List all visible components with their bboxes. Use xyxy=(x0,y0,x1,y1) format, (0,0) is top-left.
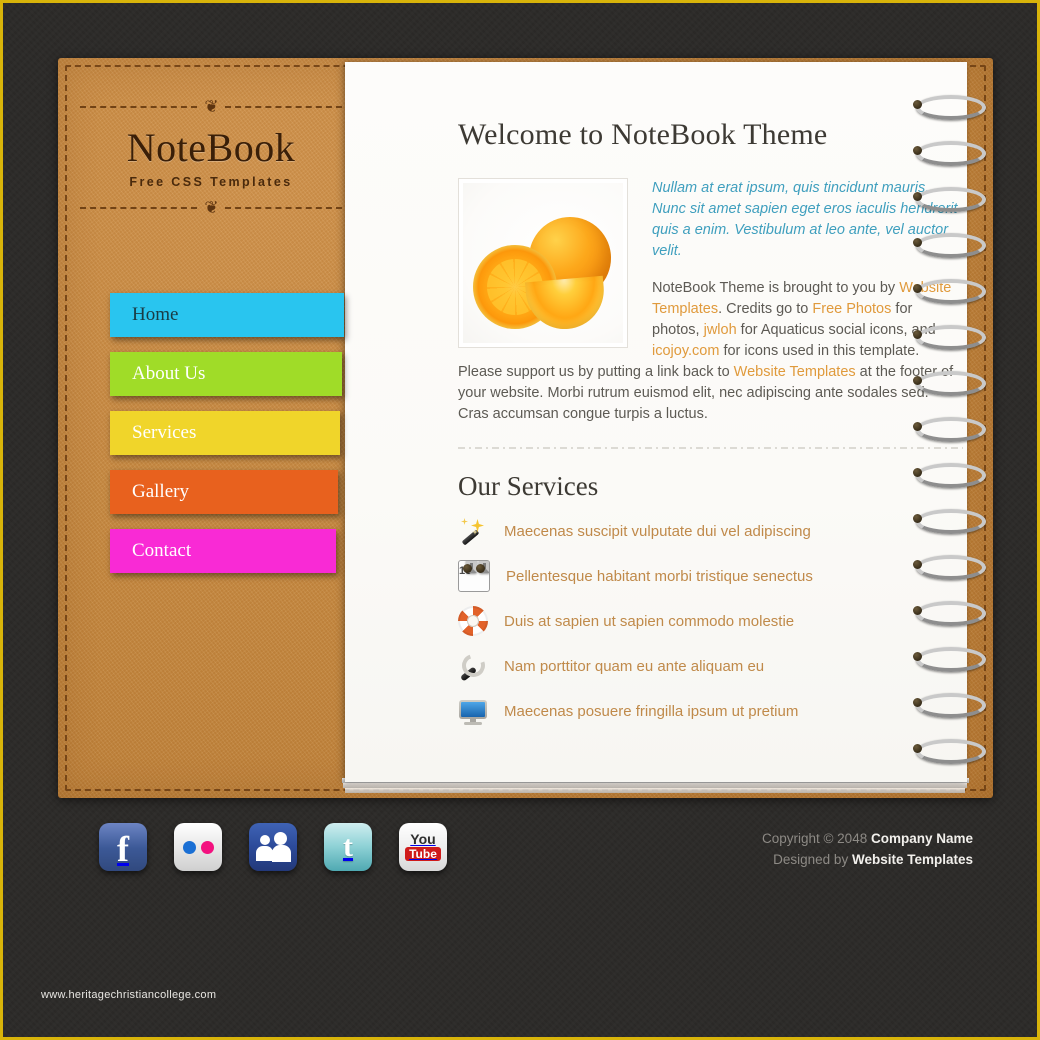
youtube-you: You xyxy=(410,831,436,847)
youtube-tube: Tube xyxy=(405,847,441,861)
service-label: Maecenas suscipit vulputate dui vel adip… xyxy=(504,522,811,540)
watermark: www.heritagechristiancollege.com xyxy=(41,989,217,1001)
designed-prefix: Designed by xyxy=(773,852,852,867)
body-part-1: NoteBook Theme is brought to you by xyxy=(652,280,900,296)
copyright-prefix: Copyright © 2048 xyxy=(761,831,871,846)
body-part-2: . Credits go to xyxy=(718,301,813,317)
calendar-icon: 13 xyxy=(458,560,490,592)
list-item[interactable]: Maecenas posuere fringilla ipsum ut pret… xyxy=(458,692,963,730)
nav-item-about-us[interactable]: About Us xyxy=(110,352,342,396)
facebook-glyph: f xyxy=(117,829,129,869)
nav-label: Services xyxy=(132,422,197,443)
wrench-icon xyxy=(458,650,489,682)
company-name: Company Name xyxy=(870,831,973,846)
flourish-icon: ❦ xyxy=(204,197,218,218)
facebook-icon[interactable]: f xyxy=(99,823,147,871)
designer-name: Website Templates xyxy=(851,852,973,867)
list-item[interactable]: Nam porttitor quam eu ante aliquam eu xyxy=(458,647,963,685)
service-label: Duis at sapien ut sapien commodo molesti… xyxy=(504,612,795,630)
nav-item-gallery[interactable]: Gallery xyxy=(110,470,338,514)
services-list: Maecenas suscipit vulputate dui vel adip… xyxy=(458,512,963,730)
nav-label: About Us xyxy=(132,363,206,384)
copyright-line: Copyright © 2048 Company Name xyxy=(762,828,973,849)
ornament-bottom: ❦ xyxy=(80,197,342,219)
logo[interactable]: ❦ NoteBook Free CSS Templates ❦ xyxy=(80,96,342,219)
spiral-binding xyxy=(898,63,1013,793)
myspace-icon[interactable] xyxy=(249,823,297,871)
link-free-photos[interactable]: Free Photos xyxy=(812,301,891,317)
service-label: Maecenas posuere fringilla ipsum ut pret… xyxy=(504,702,799,720)
service-label: Pellentesque habitant morbi tristique se… xyxy=(506,567,813,585)
flickr-icon[interactable] xyxy=(174,823,222,871)
intro-row: Nullam at erat ipsum, quis tincidunt mau… xyxy=(458,178,963,425)
page-frame: Welcome to NoteBook Theme Nullam at erat… xyxy=(0,0,1040,1040)
social-links: f t You Tube xyxy=(99,823,447,871)
brand-name: NoteBook xyxy=(126,125,296,170)
twitter-icon[interactable]: t xyxy=(324,823,372,871)
brand-tagline: Free CSS Templates xyxy=(129,175,293,189)
nav-item-services[interactable]: Services xyxy=(110,411,340,455)
copyright: Copyright © 2048 Company Name Designed b… xyxy=(762,828,973,870)
main-navigation: Home About Us Services Gallery Contact xyxy=(110,293,410,588)
link-jwloh[interactable]: jwloh xyxy=(704,322,737,338)
twitter-glyph: t xyxy=(343,830,353,863)
footer: f t You Tube Copyright © 2048 Company Na… xyxy=(3,808,1037,903)
nav-label: Home xyxy=(132,304,179,325)
link-website-templates-2[interactable]: Website Templates xyxy=(734,364,856,380)
youtube-icon[interactable]: You Tube xyxy=(399,823,447,871)
nav-item-contact[interactable]: Contact xyxy=(110,529,336,573)
monitor-icon xyxy=(458,696,488,726)
magic-wand-icon xyxy=(458,516,488,546)
paper-page: Welcome to NoteBook Theme Nullam at erat… xyxy=(345,62,967,782)
designed-by-line: Designed by Website Templates xyxy=(762,849,973,870)
list-item[interactable]: 13 Pellentesque habitant morbi tristique… xyxy=(458,557,963,595)
nav-label: Gallery xyxy=(132,481,189,502)
list-item[interactable]: Duis at sapien ut sapien commodo molesti… xyxy=(458,602,963,640)
flourish-icon: ❦ xyxy=(204,96,218,117)
section-divider xyxy=(458,447,963,449)
oranges-photo xyxy=(458,178,628,348)
service-label: Nam porttitor quam eu ante aliquam eu xyxy=(504,657,765,675)
notebook: Welcome to NoteBook Theme Nullam at erat… xyxy=(58,58,993,798)
lifebuoy-icon xyxy=(458,606,488,636)
link-icojoy[interactable]: icojoy.com xyxy=(652,343,719,359)
list-item[interactable]: Maecenas suscipit vulputate dui vel adip… xyxy=(458,512,963,550)
page-title: Welcome to NoteBook Theme xyxy=(458,118,828,151)
ornament-top: ❦ xyxy=(80,96,342,118)
nav-label: Contact xyxy=(132,540,192,561)
services-title: Our Services xyxy=(458,471,599,501)
nav-item-home[interactable]: Home xyxy=(110,293,344,337)
paper-content: Welcome to NoteBook Theme Nullam at erat… xyxy=(458,118,963,737)
